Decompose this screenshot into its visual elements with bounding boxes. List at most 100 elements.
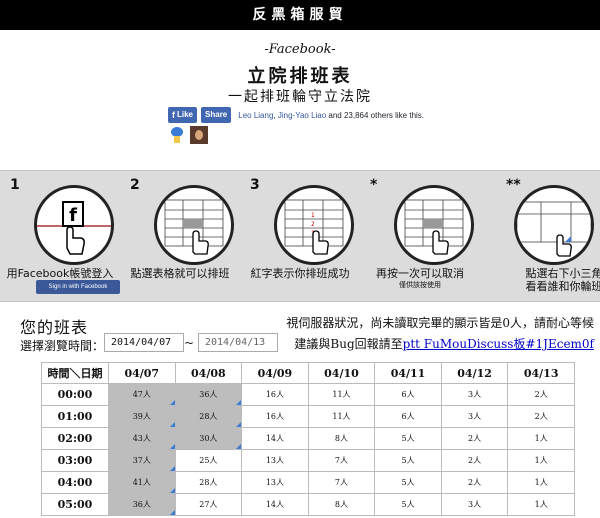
table-row: 05:00 36人 27人 14人 8人 5人 3人 1人 — [41, 493, 575, 516]
shift-cell[interactable]: 3人 — [440, 493, 509, 516]
friend-link-2[interactable]: Jing-Yao Liao — [278, 111, 326, 120]
shift-cell[interactable]: 1人 — [507, 471, 575, 494]
avatar[interactable] — [190, 126, 208, 144]
shift-cell[interactable]: 2人 — [507, 383, 575, 406]
avatar[interactable] — [168, 126, 186, 144]
table-row: 04:00 41人 28人 13人 7人 5人 2人 1人 — [41, 471, 575, 494]
shift-cell[interactable]: 5人 — [374, 471, 442, 494]
step-1: 1 f 用Facebook帳號登入 Sign in with Facebook — [0, 171, 120, 301]
shift-cell[interactable]: 2人 — [440, 427, 509, 450]
shift-cell[interactable]: 28人 — [174, 471, 243, 494]
step-caption: 點選右下小三角 — [525, 267, 600, 280]
grid-click-illustration — [154, 185, 234, 265]
friend-avatars — [168, 126, 208, 144]
facebook-signin-button[interactable]: Sign in with Facebook — [36, 280, 120, 294]
schedule-heading: 您的班表 — [20, 318, 89, 337]
shift-cell[interactable]: 16人 — [241, 383, 309, 406]
facebook-f-icon: f — [172, 110, 175, 120]
shift-cell[interactable]: 2人 — [440, 471, 509, 494]
svg-text:f: f — [69, 205, 77, 226]
shift-cell[interactable]: 14人 — [241, 427, 309, 450]
step-number: 3 — [250, 177, 260, 193]
shift-cell[interactable]: 5人 — [374, 493, 442, 516]
shift-cell[interactable]: 5人 — [374, 449, 442, 472]
shift-cell[interactable]: 3人 — [440, 405, 509, 428]
bug-report-text: 建議與Bug回報請至 — [294, 337, 403, 351]
shift-cell[interactable]: 7人 — [307, 449, 376, 472]
cancel-illustration — [394, 185, 474, 265]
date-from-input[interactable]: 2014/04/07 — [104, 333, 184, 352]
shift-cell[interactable]: 30人 — [174, 427, 243, 450]
facebook-like-bar: f Like Share Leo Liang, Jing-Yao Liao an… — [168, 106, 424, 124]
table-header-row: 時間＼日期 04/07 04/08 04/09 04/10 04/11 04/1… — [41, 362, 575, 384]
red-text-illustration: 121 — [274, 185, 354, 265]
shift-cell[interactable]: 1人 — [507, 493, 575, 516]
step-triangle: ** 點選右下小三角 看看誰和你輪班 — [480, 171, 600, 301]
shift-cell[interactable]: 1人 — [507, 427, 575, 450]
facebook-login-illustration: f — [34, 185, 114, 265]
date-header: 04/12 — [440, 362, 509, 384]
grid-triangle-icon — [517, 201, 591, 257]
shift-cell[interactable]: 11人 — [307, 383, 376, 406]
shift-cell[interactable]: 13人 — [241, 449, 309, 472]
grid-cancel-icon — [404, 199, 464, 255]
shift-cell[interactable]: 43人 — [108, 427, 176, 450]
shift-cell[interactable]: 6人 — [374, 405, 442, 428]
shift-cell[interactable]: 36人 — [108, 493, 176, 516]
like-summary: Leo Liang, Jing-Yao Liao and 23,864 othe… — [238, 110, 425, 120]
time-cell: 02:00 — [41, 427, 109, 450]
shift-cell[interactable]: 11人 — [307, 405, 376, 428]
shift-cell[interactable]: 39人 — [108, 405, 176, 428]
shift-cell[interactable]: 3人 — [440, 383, 509, 406]
shift-cell[interactable]: 14人 — [241, 493, 309, 516]
time-cell: 03:00 — [41, 449, 109, 472]
shift-cell[interactable]: 16人 — [241, 405, 309, 428]
date-range-label: 選擇瀏覽時間： — [20, 339, 105, 353]
step-caption: 再按一次可以取消 — [376, 267, 464, 280]
like-count-text: and 23,864 others like this. — [326, 110, 425, 120]
shift-cell[interactable]: 6人 — [374, 383, 442, 406]
time-cell: 05:00 — [41, 493, 109, 516]
svg-text:2: 2 — [311, 221, 315, 228]
svg-text:1: 1 — [311, 212, 315, 219]
shift-cell[interactable]: 8人 — [307, 427, 376, 450]
table-row: 01:00 39人 28人 16人 11人 6人 3人 2人 — [41, 405, 575, 428]
time-cell: 00:00 — [41, 383, 109, 406]
triangle-illustration — [514, 185, 594, 265]
shift-cell[interactable]: 25人 — [174, 449, 243, 472]
shift-cell[interactable]: 2人 — [507, 405, 575, 428]
schedule-table: 時間＼日期 04/07 04/08 04/09 04/10 04/11 04/1… — [41, 362, 575, 516]
shift-cell[interactable]: 5人 — [374, 427, 442, 450]
page-title: 立院排班表 — [247, 66, 353, 87]
corner-header: 時間＼日期 — [41, 362, 109, 384]
shift-cell[interactable]: 36人 — [174, 383, 243, 406]
step-cancel: * 再按一次可以取消 僅供該按使用 — [360, 171, 480, 301]
shift-cell[interactable]: 27人 — [174, 493, 243, 516]
step-number: 2 — [130, 177, 140, 193]
shift-cell[interactable]: 2人 — [440, 449, 509, 472]
shift-cell[interactable]: 8人 — [307, 493, 376, 516]
date-to-input[interactable]: 2014/04/13 — [198, 333, 278, 352]
date-header: 04/10 — [307, 362, 376, 384]
shift-cell[interactable]: 28人 — [174, 405, 243, 428]
step-number: 1 — [10, 177, 20, 193]
instructions-strip: 1 f 用Facebook帳號登入 Sign in with Facebook … — [0, 170, 600, 302]
step-caption-2: 看看誰和你輪班 — [525, 280, 600, 293]
date-header: 04/09 — [241, 362, 309, 384]
shift-cell[interactable]: 37人 — [108, 449, 176, 472]
shift-cell[interactable]: 47人 — [108, 383, 176, 406]
shift-cell[interactable]: 41人 — [108, 471, 176, 494]
step-caption: 紅字表示你排班成功 — [250, 267, 350, 280]
share-button[interactable]: Share — [201, 107, 232, 123]
friend-link-1[interactable]: Leo Liang — [238, 111, 273, 120]
like-button[interactable]: f Like — [168, 107, 198, 123]
shift-cell[interactable]: 13人 — [241, 471, 309, 494]
page-subtitle: 一起排班輪守立法院 — [228, 89, 372, 105]
bug-report-link[interactable]: ptt FuMouDiscuss板#1JEcem0f — [403, 337, 594, 351]
shift-cell[interactable]: 1人 — [507, 449, 575, 472]
shift-cell[interactable]: 7人 — [307, 471, 376, 494]
time-cell: 04:00 — [41, 471, 109, 494]
step-2: 2 點選表格就可以排班 — [120, 171, 240, 301]
date-header: 04/08 — [174, 362, 243, 384]
step-number: * — [370, 177, 378, 193]
